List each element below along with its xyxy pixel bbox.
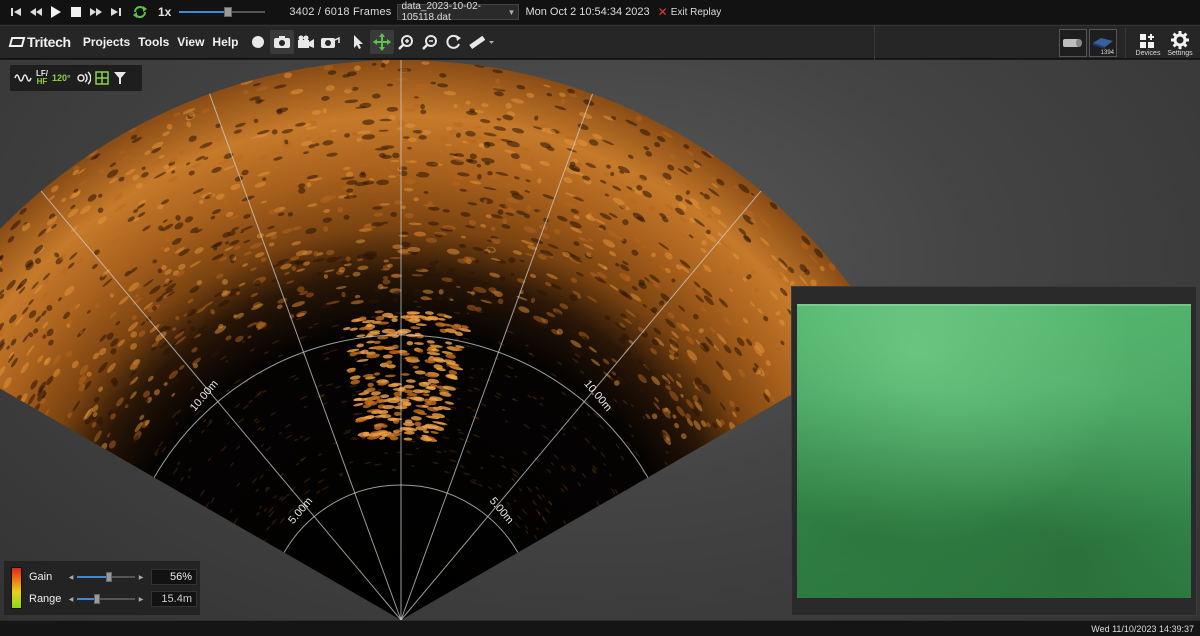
settings-button[interactable]: Settings bbox=[1164, 26, 1196, 60]
gain-decrease-icon[interactable]: ◀ bbox=[67, 574, 75, 581]
stop-icon[interactable] bbox=[66, 2, 86, 22]
range-value[interactable]: 15.4m bbox=[151, 591, 197, 607]
skip-to-end-icon[interactable] bbox=[106, 2, 126, 22]
camera-feed[interactable] bbox=[797, 304, 1191, 598]
range-label: Range bbox=[29, 593, 62, 605]
zoom-out-icon[interactable] bbox=[418, 30, 442, 54]
filter-icon[interactable] bbox=[113, 68, 127, 88]
menu-help[interactable]: Help bbox=[212, 35, 238, 49]
pointer-icon[interactable] bbox=[346, 30, 370, 54]
rewind-icon[interactable] bbox=[26, 2, 46, 22]
replay-toolbar: 1x 3402 / 6018 Frames data_2023-10-02-10… bbox=[0, 0, 1200, 24]
system-timestamp: Wed 11/10/2023 14:39:37 bbox=[1091, 624, 1194, 634]
sonar-ping-icon[interactable] bbox=[75, 68, 91, 88]
replay-position-fill bbox=[179, 11, 228, 13]
snapshot-camera-icon[interactable] bbox=[270, 30, 295, 54]
range-increase-icon[interactable]: ▶ bbox=[137, 596, 145, 603]
exit-replay-label: Exit Replay bbox=[670, 6, 722, 18]
devices-label: Devices bbox=[1135, 50, 1161, 57]
gain-value[interactable]: 56% bbox=[151, 569, 197, 585]
sonar-speckle bbox=[401, 205, 407, 210]
zoom-reset-icon[interactable] bbox=[442, 30, 466, 54]
brand-name: Tritech bbox=[27, 34, 71, 50]
exit-replay-button[interactable]: ✕ Exit Replay bbox=[658, 5, 722, 19]
range-slider[interactable] bbox=[77, 593, 135, 605]
waveform-icon[interactable] bbox=[14, 68, 32, 88]
play-icon[interactable] bbox=[46, 2, 66, 22]
replay-position-thumb[interactable] bbox=[223, 7, 232, 17]
frequency-toggle[interactable]: LF/ HF bbox=[36, 68, 48, 88]
devices-icon bbox=[1140, 34, 1154, 48]
aperture-toggle[interactable]: 120° bbox=[52, 68, 71, 88]
tritech-logo: Tritech bbox=[8, 34, 71, 50]
replay-file-select[interactable]: data_2023-10-02-105118.dat ▼ bbox=[397, 1, 520, 23]
gain-slider[interactable] bbox=[77, 571, 135, 583]
gain-label: Gain bbox=[29, 571, 53, 583]
frequency-hf-label: HF bbox=[36, 77, 48, 86]
camera-panel bbox=[791, 286, 1197, 616]
sonar-toolbar: LF/ HF 120° bbox=[10, 65, 142, 91]
measure-ruler-icon[interactable] bbox=[466, 30, 496, 54]
menu-divider bbox=[874, 26, 875, 60]
menu-view[interactable]: View bbox=[177, 35, 204, 49]
sonar-fan bbox=[0, 60, 886, 620]
camera-feed-edge bbox=[797, 304, 1191, 306]
video-camera-icon[interactable] bbox=[294, 30, 318, 54]
device-area: 1394 Devices Settings bbox=[1059, 26, 1200, 60]
replay-file-name: data_2023-10-02-105118.dat bbox=[401, 1, 481, 23]
frame-total: 6018 bbox=[324, 6, 350, 18]
range-thumb[interactable] bbox=[94, 594, 101, 604]
range-decrease-icon[interactable]: ◀ bbox=[67, 596, 75, 603]
gain-thumb[interactable] bbox=[106, 572, 113, 582]
close-icon: ✕ bbox=[657, 5, 668, 19]
frames-label: Frames bbox=[352, 6, 392, 18]
playback-speed[interactable]: 1x bbox=[158, 5, 171, 19]
sonar-speckle bbox=[395, 77, 409, 82]
record-icon[interactable] bbox=[246, 30, 270, 54]
gain-range-panel: Gain ◀ ▶ 56% Range ◀ ▶ 15.4m bbox=[4, 561, 200, 615]
status-bar: Wed 11/10/2023 14:39:37 bbox=[0, 620, 1200, 636]
range-row: Range ◀ ▶ 15.4m bbox=[29, 591, 197, 607]
sonar-device-thumb[interactable]: 1394 bbox=[1089, 29, 1117, 57]
menu-projects[interactable]: Projects bbox=[83, 35, 130, 49]
gain-increase-icon[interactable]: ▶ bbox=[137, 574, 145, 581]
settings-label: Settings bbox=[1167, 50, 1193, 57]
sonar-view-area[interactable]: 10.00m 10.00m 5.00m 5.00m LF/ HF 120° Ga… bbox=[0, 60, 1200, 620]
logo-mark-icon bbox=[8, 37, 26, 47]
frame-counter: 3402 / 6018 Frames bbox=[289, 6, 391, 18]
color-scale-bar bbox=[11, 567, 22, 609]
gain-row: Gain ◀ ▶ 56% bbox=[29, 569, 197, 585]
gear-icon bbox=[1171, 31, 1189, 49]
menu-tools[interactable]: Tools bbox=[138, 35, 169, 49]
device-thumb-label: 1394 bbox=[1100, 50, 1114, 56]
frame-separator: / bbox=[317, 6, 322, 18]
camera-settings-icon[interactable] bbox=[318, 30, 342, 54]
replay-position-slider[interactable] bbox=[179, 5, 266, 19]
gain-fill bbox=[77, 576, 110, 578]
chevron-down-icon: ▼ bbox=[507, 7, 516, 17]
loop-icon[interactable] bbox=[130, 2, 150, 22]
replay-datetime: Mon Oct 2 10:54:34 2023 bbox=[525, 6, 650, 18]
camera-device-thumb[interactable] bbox=[1059, 29, 1087, 57]
skip-to-start-icon[interactable] bbox=[6, 2, 26, 22]
fast-forward-icon[interactable] bbox=[86, 2, 106, 22]
zoom-in-icon[interactable] bbox=[394, 30, 418, 54]
devices-button[interactable]: Devices bbox=[1132, 26, 1164, 60]
sonar-speckle bbox=[399, 166, 408, 171]
pan-move-icon[interactable] bbox=[370, 30, 395, 54]
menu-bar: Tritech Projects Tools View Help 1394 De… bbox=[0, 25, 1200, 60]
device-separator bbox=[1125, 28, 1126, 58]
frame-current: 3402 bbox=[289, 6, 315, 18]
grid-overlay-icon[interactable] bbox=[94, 68, 109, 88]
